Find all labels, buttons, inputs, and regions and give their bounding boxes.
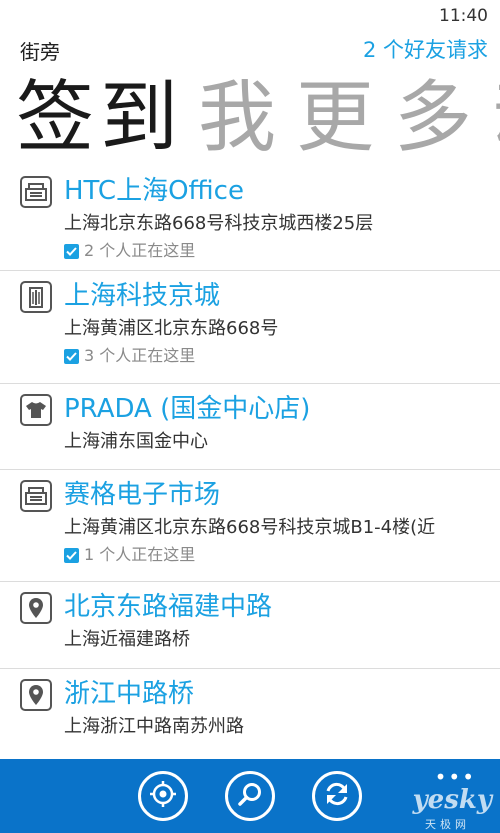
cash-register-icon: [20, 480, 52, 512]
place-address: 上海北京东路668号科技京城西楼25层: [64, 213, 374, 234]
watermark-subtitle: 天极网: [425, 818, 470, 831]
status-bar: 11:40: [0, 0, 500, 32]
pivot-header: 签到我更多动: [0, 72, 500, 164]
tab-me[interactable]: 我: [198, 72, 282, 164]
check-icon: [64, 547, 79, 563]
check-icon: [64, 243, 79, 259]
tab-checkin[interactable]: 签到: [16, 72, 184, 164]
place-address: 上海浦东国金中心: [64, 431, 208, 452]
place-name: PRADA (国金中心店): [64, 394, 311, 424]
place-address: 上海黄浦区北京东路668号: [64, 318, 279, 339]
list-item[interactable]: 赛格电子市场 上海黄浦区北京东路668号科技京城B1-4楼(近 1 个人正在这里: [0, 470, 500, 582]
places-list: HTC上海Office 上海北京东路668号科技京城西楼25层 2 个人正在这里…: [0, 166, 500, 759]
people-here: 2 个人正在这里: [64, 238, 500, 264]
place-name: 上海科技京城: [64, 281, 221, 311]
place-name: 赛格电子市场: [64, 480, 221, 510]
header: 街旁 2 个好友请求: [0, 36, 500, 68]
map-pin-icon: [20, 592, 52, 624]
list-item[interactable]: 浙江中路桥 上海浙江中路南苏州路: [0, 669, 500, 759]
refresh-button[interactable]: [312, 771, 362, 821]
map-pin-icon: [20, 679, 52, 711]
friend-requests-link[interactable]: 2 个好友请求: [363, 34, 488, 64]
place-address: 上海浙江中路南苏州路: [64, 716, 244, 737]
building-icon: [20, 281, 52, 313]
place-name: 浙江中路桥: [64, 679, 195, 709]
people-here-label: 1 个人正在这里: [84, 545, 196, 564]
check-icon: [64, 348, 79, 364]
place-address: 上海近福建路桥: [64, 629, 190, 650]
people-here-label: 3 个人正在这里: [84, 346, 196, 365]
app-title: 街旁: [20, 40, 60, 64]
locate-button[interactable]: [138, 771, 188, 821]
watermark-logo: yesky: [412, 785, 492, 815]
refresh-icon: [323, 780, 351, 812]
tab-more-2[interactable]: 多: [394, 72, 478, 164]
shirt-icon: [20, 394, 52, 426]
tab-more-1[interactable]: 更: [296, 72, 380, 164]
search-icon: [237, 781, 263, 811]
locate-icon: [149, 780, 177, 812]
people-here-label: 2 个人正在这里: [84, 241, 196, 260]
list-item[interactable]: 上海科技京城 上海黄浦区北京东路668号 3 个人正在这里: [0, 271, 500, 384]
list-item[interactable]: 北京东路福建中路 上海近福建路桥: [0, 582, 500, 669]
people-here: 3 个人正在这里: [64, 343, 500, 369]
tab-activity[interactable]: 动: [492, 72, 500, 164]
list-item[interactable]: HTC上海Office 上海北京东路668号科技京城西楼25层 2 个人正在这里: [0, 166, 500, 271]
app-bar: ••• yesky 天极网: [0, 759, 500, 833]
place-name: HTC上海Office: [64, 176, 244, 206]
list-item[interactable]: PRADA (国金中心店) 上海浦东国金中心: [0, 384, 500, 470]
place-name: 北京东路福建中路: [64, 592, 273, 622]
people-here: 1 个人正在这里: [64, 542, 500, 568]
status-time: 11:40: [439, 6, 488, 26]
place-address: 上海黄浦区北京东路668号科技京城B1-4楼(近: [64, 517, 436, 538]
cash-register-icon: [20, 176, 52, 208]
search-button[interactable]: [225, 771, 275, 821]
